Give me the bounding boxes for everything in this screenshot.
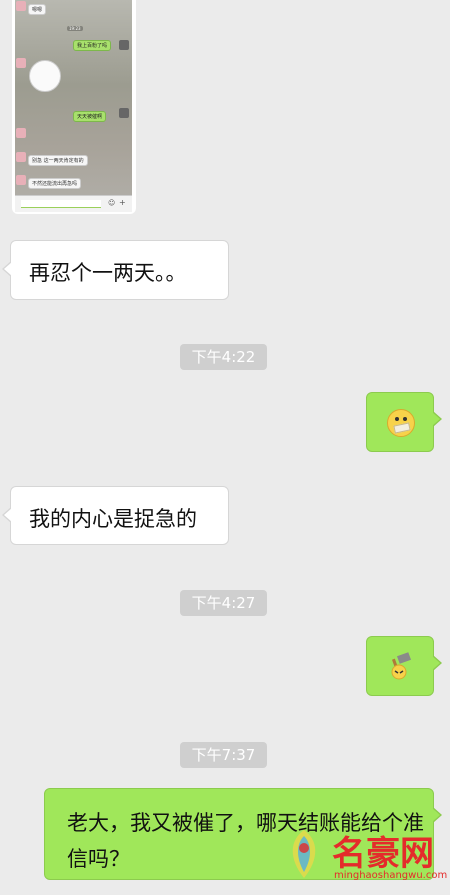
watermark-title: 名豪网: [332, 834, 434, 874]
mini-timestamp: 19:23: [67, 26, 83, 31]
plus-icon: +: [119, 198, 126, 207]
chat-screenshot: 嗯嗯 19:23 我上百粉了吗 天天被催啊 别急 这一两天肯定有的 不然还能流出…: [15, 0, 132, 212]
watermark-logo-icon: [292, 830, 316, 878]
smiley-icon: ☺: [108, 199, 116, 207]
incoming-message[interactable]: 我的内心是捉急的: [2, 486, 229, 545]
avatar: [16, 58, 26, 68]
timestamp: 下午4:27: [180, 590, 267, 616]
avatar: [16, 128, 26, 138]
timestamp: 下午7:37: [180, 742, 267, 768]
mini-message: 不然还能流出再急吗: [28, 178, 82, 189]
mini-message: 嗯嗯: [28, 4, 47, 15]
mini-input: [21, 200, 101, 208]
message-text: 我的内心是捉急的: [29, 507, 197, 531]
avatar: [119, 108, 129, 118]
sealed-mouth-emoji: [387, 409, 415, 437]
avatar: [16, 175, 26, 185]
avatar: [16, 152, 26, 162]
outgoing-message[interactable]: [366, 392, 442, 452]
outgoing-message[interactable]: [366, 636, 442, 696]
watermark-url: minghaoshangwu.com: [334, 870, 448, 881]
avatar: [16, 1, 26, 11]
mini-input-bar: ☺ +: [15, 195, 132, 212]
mini-message: 别急 这一两天肯定有的: [28, 155, 88, 166]
sheep-sticker-icon: [29, 60, 61, 92]
image-message[interactable]: 嗯嗯 19:23 我上百粉了吗 天天被催啊 别急 这一两天肯定有的 不然还能流出…: [12, 0, 136, 214]
mini-message: 我上百粉了吗: [73, 40, 112, 51]
watermark: 名豪网 minghaoshangwu.com: [282, 820, 448, 892]
avatar: [119, 40, 129, 50]
hammer-emoji: [391, 652, 412, 680]
incoming-message[interactable]: 再忍个一两天。。: [2, 240, 229, 300]
message-text: 再忍个一两天。。: [29, 261, 187, 285]
mini-message: 天天被催啊: [73, 111, 107, 122]
timestamp: 下午4:22: [180, 344, 267, 370]
